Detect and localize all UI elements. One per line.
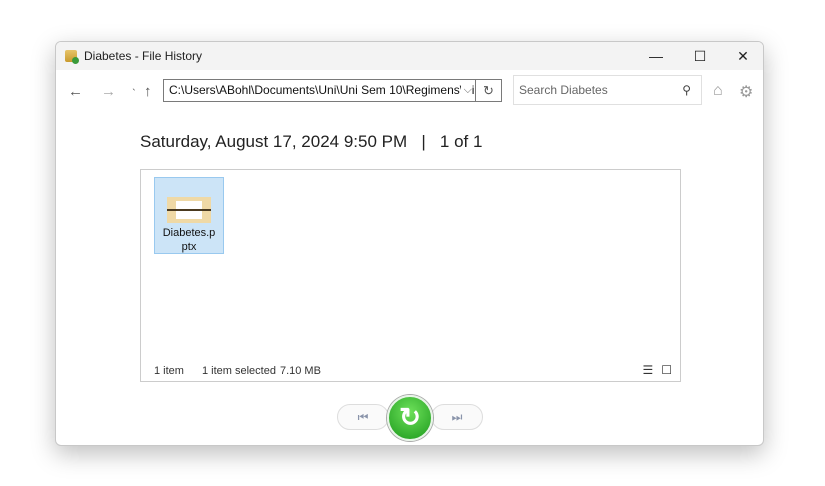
address-bar[interactable]: C:\Users\ABohl\Documents\Uni\Uni Sem 10\… bbox=[163, 79, 476, 102]
backup-date-header: Saturday, August 17, 2024 9:50 PM | 1 of… bbox=[140, 132, 482, 152]
gear-icon[interactable]: ⚙ bbox=[739, 82, 753, 102]
title-bar: Diabetes - File History — ☐ ✕ bbox=[56, 42, 763, 70]
refresh-button[interactable]: ↻ bbox=[476, 79, 502, 102]
close-button[interactable]: ✕ bbox=[721, 42, 763, 70]
search-icon[interactable]: ⚲ bbox=[682, 76, 691, 104]
up-icon[interactable]: ↑ bbox=[144, 83, 152, 100]
file-name: Diabetes.pptx bbox=[162, 227, 216, 253]
view-switcher: ☰ ☐ bbox=[642, 363, 672, 377]
search-placeholder: Search Diabetes bbox=[519, 83, 608, 97]
playback-controls: ⏮ ⏭ ↻ bbox=[337, 395, 484, 441]
item-count: 1 item bbox=[154, 365, 184, 377]
chevron-down-icon[interactable]: ⌵ bbox=[460, 80, 472, 101]
maximize-button[interactable]: ☐ bbox=[678, 42, 722, 70]
next-version-button[interactable]: ⏭ bbox=[431, 404, 483, 430]
search-input[interactable]: Search Diabetes ⚲ bbox=[513, 75, 702, 105]
large-icons-view-icon[interactable]: ☐ bbox=[661, 363, 672, 377]
window-title: Diabetes - File History bbox=[84, 49, 203, 63]
file-history-window: Diabetes - File History — ☐ ✕ ← → ˴ ↑ C:… bbox=[55, 41, 764, 446]
address-text: C:\Users\ABohl\Documents\Uni\Uni Sem 10\… bbox=[169, 83, 475, 97]
details-view-icon[interactable]: ☰ bbox=[642, 363, 653, 377]
recent-locations-icon[interactable]: ˴ bbox=[132, 83, 136, 95]
version-position: 1 of 1 bbox=[439, 132, 483, 151]
previous-version-button[interactable]: ⏮ bbox=[337, 404, 389, 430]
forward-icon[interactable]: → bbox=[101, 83, 116, 100]
backup-date: Saturday, August 17, 2024 9:50 PM bbox=[140, 132, 408, 151]
file-item[interactable]: Diabetes.pptx bbox=[154, 177, 224, 254]
file-history-icon bbox=[65, 50, 79, 64]
back-icon[interactable]: ← bbox=[68, 83, 83, 100]
status-bar: 1 item 1 item selected 7.10 MB bbox=[154, 365, 321, 377]
navigation-bar: ← → ˴ ↑ C:\Users\ABohl\Documents\Uni\Uni… bbox=[56, 75, 763, 107]
selected-count: 1 item selected bbox=[201, 365, 276, 377]
separator: | bbox=[421, 132, 426, 151]
restore-button[interactable]: ↻ bbox=[387, 395, 433, 441]
home-icon[interactable]: ⌂ bbox=[713, 82, 723, 100]
pptx-thumbnail-icon bbox=[167, 197, 211, 223]
minimize-button[interactable]: — bbox=[634, 42, 678, 70]
file-pane: Diabetes.pptx 1 item 1 item selected 7.1… bbox=[140, 169, 681, 382]
selected-size: 7.10 MB bbox=[279, 365, 321, 377]
